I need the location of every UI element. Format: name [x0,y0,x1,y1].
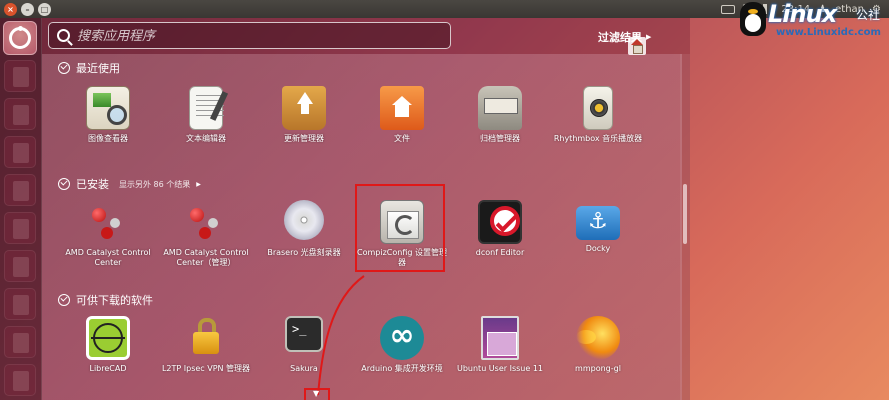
search-input[interactable] [77,26,442,46]
magazine-icon [481,316,519,360]
arduino-icon [380,316,424,360]
app-archive-manager[interactable]: 归档管理器 [452,86,548,166]
dash-home-button[interactable] [3,21,37,55]
app-amd-catalyst[interactable]: AMD Catalyst Control Center [60,200,156,280]
app-brasero[interactable]: Brasero 光盘刻录器 [256,200,352,280]
launcher-item[interactable] [4,212,36,244]
minimize-window-button[interactable]: – [21,2,34,16]
docky-icon [576,206,620,240]
app-image-viewer[interactable]: 图像查看器 [60,86,156,166]
app-rhythmbox[interactable]: Rhythmbox 音乐播放器 [550,86,646,166]
app-librecad[interactable]: LibreCAD [60,316,156,396]
rhythmbox-icon [583,86,613,130]
launcher-item[interactable] [4,250,36,282]
watermark-cn: 公社 [856,8,881,22]
librecad-icon [86,316,130,360]
image-viewer-icon [86,86,130,130]
close-window-button[interactable]: × [4,2,17,16]
app-amd-catalyst-admin[interactable]: AMD Catalyst Control Center（管理） [158,200,254,280]
app-label: 文件 [394,134,410,143]
launcher-item[interactable] [4,136,36,168]
app-label: Brasero 光盘刻录器 [267,248,341,257]
app-label: 文本编辑器 [186,134,226,143]
brasero-icon [284,200,324,240]
files-icon [380,86,424,130]
launcher-item[interactable] [4,174,36,206]
section-downloadable-header[interactable]: 可供下载的软件 [58,292,153,308]
chevron-right-icon: ▶ [646,33,652,41]
app-docky[interactable]: Docky [550,200,646,280]
app-label: Rhythmbox 音乐播放器 [553,134,643,143]
app-label: 归档管理器 [480,134,520,143]
fireball-icon [576,316,620,360]
launcher-item[interactable] [4,364,36,396]
amd-catalyst-admin-icon [184,200,228,244]
app-label: 更新管理器 [284,134,324,143]
section-title: 已安装 [76,178,109,191]
vpn-lock-icon [184,316,228,360]
app-label: mmpong-gl [575,364,621,373]
app-update-manager[interactable]: 更新管理器 [256,86,352,166]
amd-catalyst-icon [86,200,130,244]
mail-icon[interactable] [721,4,736,14]
section-collapse-icon[interactable] [58,178,70,190]
update-manager-icon [282,86,326,130]
scrollbar[interactable] [680,54,690,400]
app-text-editor[interactable]: 文本编辑器 [158,86,254,166]
launcher-item[interactable] [4,326,36,358]
maximize-window-button[interactable]: □ [38,2,51,16]
launcher-item[interactable] [4,60,36,92]
app-label: 图像查看器 [88,134,128,143]
annotation-arrow [317,275,365,396]
app-mmpong-gl[interactable]: mmpong-gl [550,316,646,396]
app-label: AMD Catalyst Control Center [65,248,151,267]
section-title: 最近使用 [76,62,120,75]
archive-manager-icon [478,86,522,130]
linuxidc-watermark: Linux 公社 www.Linuxidc.com [740,0,889,40]
app-label: Docky [585,244,611,253]
launcher-item[interactable] [4,288,36,320]
text-editor-icon [189,86,224,130]
search-icon [57,29,70,42]
app-label: LibreCAD [89,364,127,373]
tux-penguin-icon [740,2,766,36]
watermark-logo: Linux [768,0,837,28]
show-more-results-link[interactable]: 显示另外 86 个结果 [119,179,190,190]
home-folder-icon[interactable] [628,37,646,55]
app-label: Ubuntu User Issue 11 [456,364,543,373]
app-ubuntu-user-issue[interactable]: Ubuntu User Issue 11 [452,316,548,396]
search-box[interactable] [48,22,451,49]
app-label: L2TP Ipsec VPN 管理器 [161,364,251,373]
app-dconf-editor[interactable]: dconf Editor [452,200,548,280]
launcher [0,18,42,400]
app-label: AMD Catalyst Control Center（管理） [163,248,249,267]
section-collapse-icon[interactable] [58,294,70,306]
scrollbar-thumb[interactable] [683,184,687,244]
app-l2tp-vpn[interactable]: L2TP Ipsec VPN 管理器 [158,316,254,396]
app-label: dconf Editor [475,248,525,257]
watermark-url: www.Linuxidc.com [776,27,881,38]
section-installed-header[interactable]: 已安装 显示另外 86 个结果 ▶ [58,176,201,192]
highlight-annotation-box [355,184,445,272]
section-title: 可供下载的软件 [76,294,153,307]
chevron-down-icon: ▼ [313,389,320,398]
launcher-item[interactable] [4,98,36,130]
section-collapse-icon[interactable] [58,62,70,74]
chevron-right-icon: ▶ [196,180,201,188]
section-recent-header[interactable]: 最近使用 [58,60,120,76]
app-files[interactable]: 文件 [354,86,450,166]
ubuntu-logo-icon [9,26,31,49]
dconf-editor-icon [478,200,522,244]
scroll-down-marker[interactable]: ▼ [304,388,330,400]
